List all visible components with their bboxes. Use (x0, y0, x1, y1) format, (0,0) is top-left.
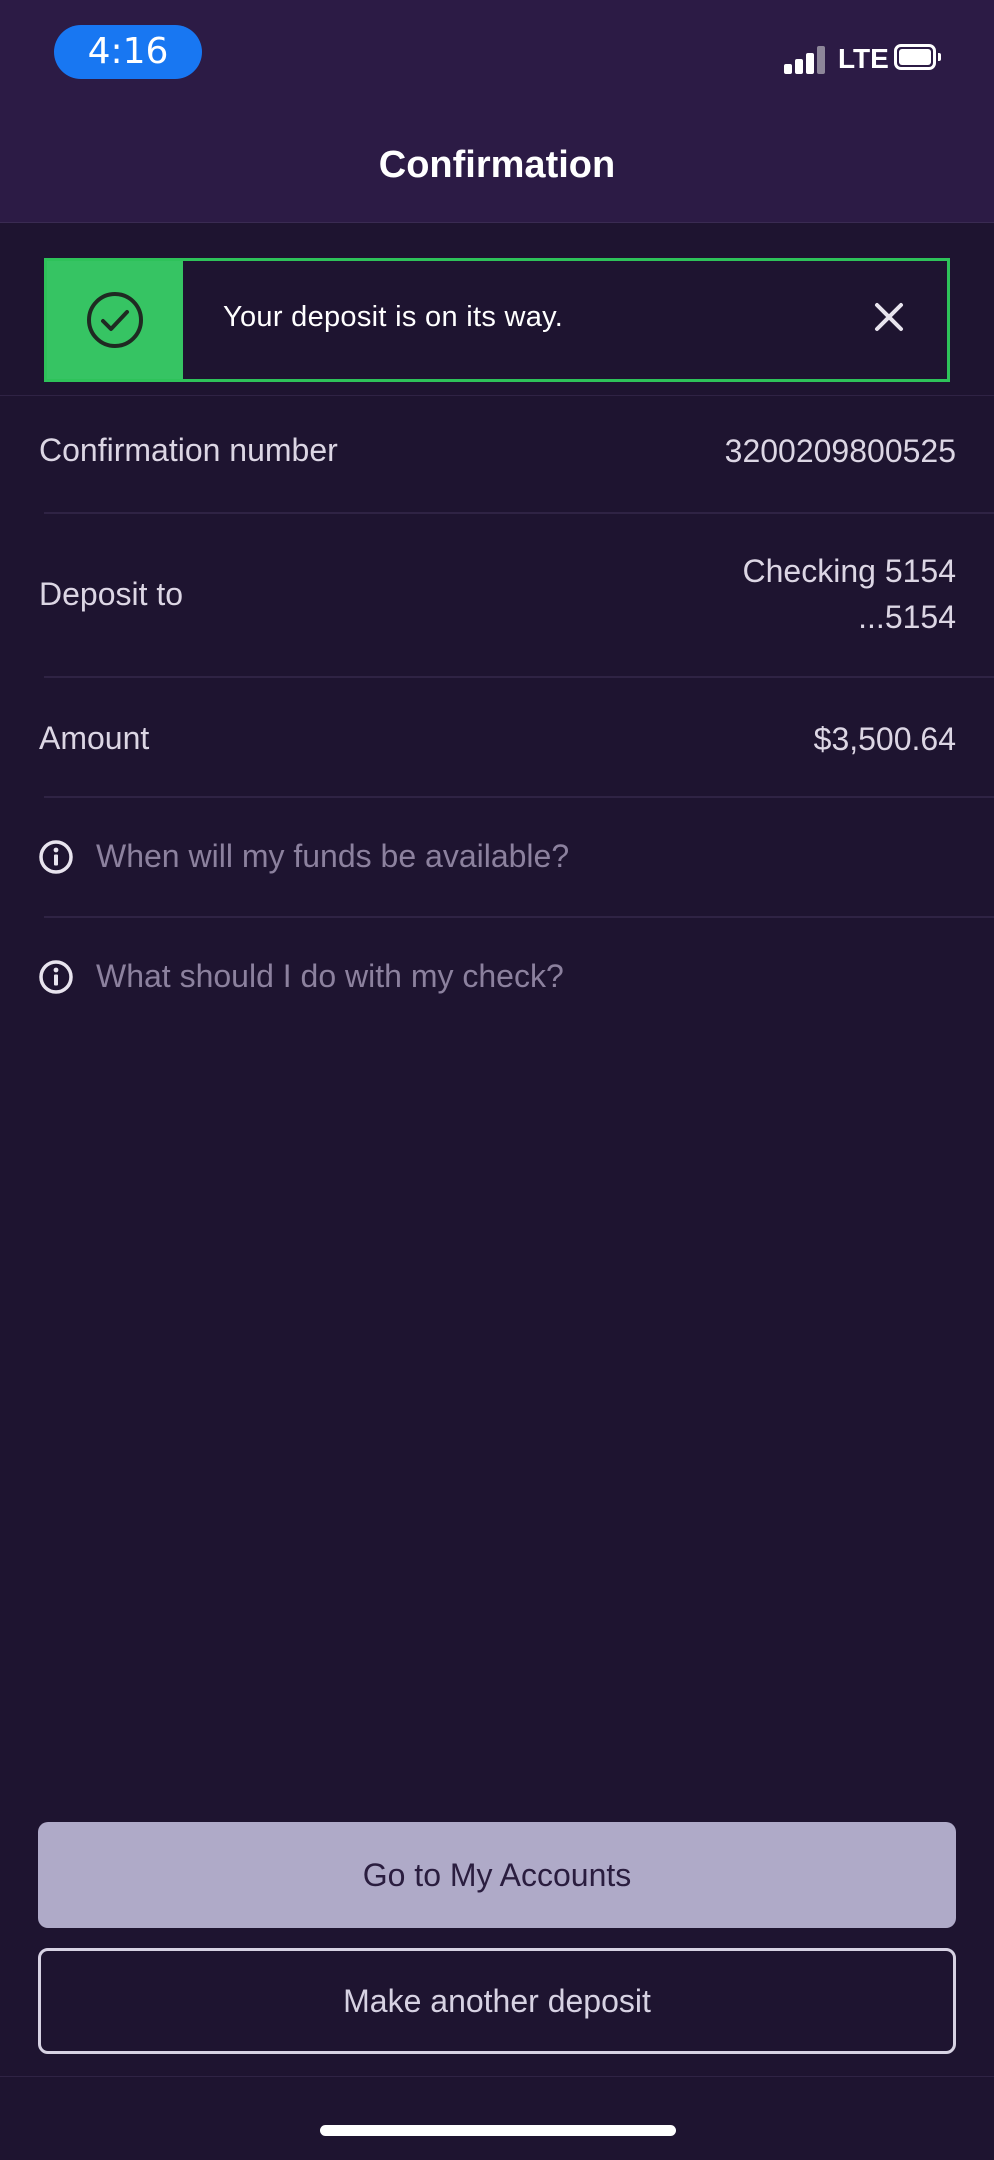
status-bar: 4:16 LTE (0, 0, 994, 110)
bottom-divider (0, 2076, 994, 2077)
confirmation-number-label: Confirmation number (39, 432, 338, 468)
close-banner-button[interactable] (871, 299, 907, 335)
status-time: 4:16 (54, 25, 202, 79)
check-handling-link[interactable]: What should I do with my check? (38, 958, 564, 995)
deposit-account-mask: ...5154 (858, 599, 956, 635)
page-title: Confirmation (378, 144, 616, 186)
amount-row: Amount $3,500.64 (39, 678, 994, 798)
funds-availability-link[interactable]: When will my funds be available? (38, 838, 569, 875)
success-banner: Your deposit is on its way. (44, 258, 950, 382)
banner-status-area (47, 261, 183, 379)
battery-tip (938, 53, 941, 61)
funds-availability-text: When will my funds be available? (96, 838, 570, 874)
make-another-deposit-button[interactable]: Make another deposit (38, 1948, 956, 2054)
network-type: LTE (838, 43, 889, 74)
go-to-accounts-button[interactable]: Go to My Accounts (38, 1822, 956, 1928)
check-handling-text: What should I do with my check? (96, 958, 564, 994)
battery-icon (894, 44, 936, 70)
info-icon (39, 959, 73, 994)
check-circle-icon (87, 292, 143, 348)
nav-header: Confirmation (0, 110, 994, 223)
deposit-account-name: Checking 5154 (742, 553, 956, 589)
info-icon (39, 839, 73, 874)
signal-icon (784, 44, 830, 74)
amount-label: Amount (39, 720, 150, 756)
funds-availability-row: When will my funds be available? (39, 798, 994, 918)
confirmation-number-value: 3200209800525 (724, 433, 956, 469)
deposit-to-label: Deposit to (39, 576, 184, 612)
deposit-to-value: Checking 5154 ...5154 (743, 548, 956, 640)
amount-value: $3,500.64 (813, 721, 956, 757)
banner-message: Your deposit is on its way. (223, 301, 564, 333)
confirmation-number-row: Confirmation number 3200209800525 (39, 396, 994, 514)
home-indicator[interactable] (320, 2125, 676, 2136)
deposit-to-row: Deposit to Checking 5154 ...5154 (39, 514, 994, 678)
close-icon (875, 303, 903, 331)
